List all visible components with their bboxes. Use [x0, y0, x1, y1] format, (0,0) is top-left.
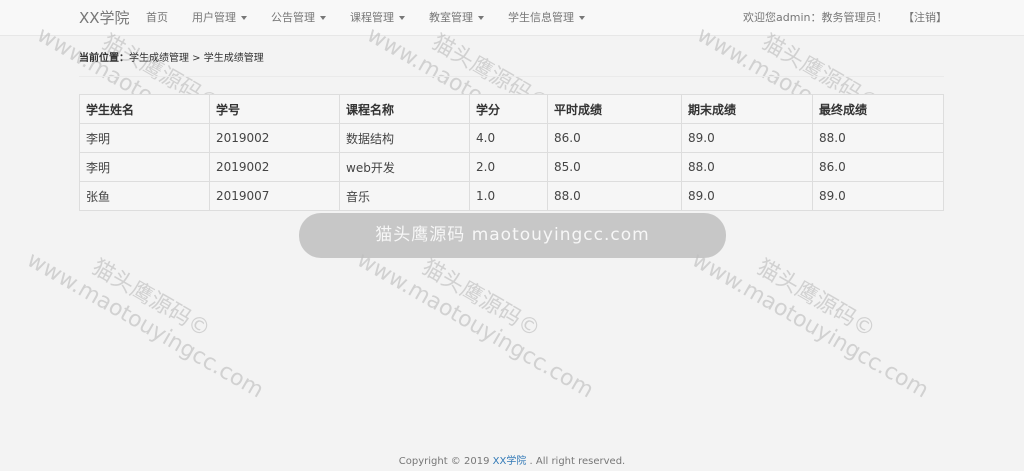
nav-classroom-management-label: 教室管理 — [429, 11, 473, 24]
cell-final-exam-score: 88.0 — [681, 152, 813, 182]
divider — [79, 76, 944, 77]
nav-course-management-label: 课程管理 — [350, 11, 394, 24]
chevron-down-icon — [399, 16, 405, 20]
cell-final-score: 86.0 — [812, 152, 944, 182]
main-nav: 首页 用户管理 公告管理 课程管理 教室管理 学生信息管理 — [146, 0, 609, 36]
welcome-text: 欢迎您admin：教务管理员！ — [743, 11, 888, 24]
cell-regular-score: 85.0 — [547, 152, 682, 182]
cell-regular-score: 88.0 — [547, 181, 682, 211]
top-navbar: XX学院 首页 用户管理 公告管理 课程管理 教室管理 学生信息管理 欢迎您ad… — [0, 0, 1024, 36]
cell-student-id: 2019002 — [209, 123, 340, 153]
chevron-down-icon — [320, 16, 326, 20]
chevron-down-icon — [579, 16, 585, 20]
table-row: 张鱼 2019007 音乐 1.0 88.0 89.0 89.0 — [79, 181, 944, 211]
grades-table: 学生姓名 学号 课程名称 学分 平时成绩 期末成绩 最终成绩 李明 201900… — [79, 94, 944, 211]
cell-student-id: 2019007 — [209, 181, 340, 211]
nav-user-management-label: 用户管理 — [192, 11, 236, 24]
nav-announcement-management-label: 公告管理 — [271, 11, 315, 24]
table-header-row: 学生姓名 学号 课程名称 学分 平时成绩 期末成绩 最终成绩 — [79, 94, 944, 124]
nav-home-label: 首页 — [146, 11, 168, 24]
cell-course-name: 数据结构 — [339, 123, 470, 153]
cell-student-id: 2019002 — [209, 152, 340, 182]
watermark: 猫头鹰源码©www.maotouyingcc.com — [352, 247, 598, 404]
cell-final-score: 89.0 — [812, 181, 944, 211]
watermark-toast: 猫头鹰源码 maotouyingcc.com — [299, 213, 726, 258]
column-header-student-id: 学号 — [209, 94, 340, 124]
nav-classroom-management[interactable]: 教室管理 — [429, 0, 484, 36]
column-header-student-name: 学生姓名 — [79, 94, 210, 124]
nav-student-info-management[interactable]: 学生信息管理 — [508, 0, 585, 36]
cell-course-name: web开发 — [339, 152, 470, 182]
chevron-down-icon — [478, 16, 484, 20]
table-row: 李明 2019002 数据结构 4.0 86.0 89.0 88.0 — [79, 123, 944, 153]
footer-brand-link[interactable]: XX学院 — [493, 456, 527, 467]
cell-student-name: 李明 — [79, 152, 210, 182]
cell-student-name: 李明 — [79, 123, 210, 153]
nav-user-management[interactable]: 用户管理 — [192, 0, 247, 36]
column-header-credit: 学分 — [469, 94, 548, 124]
footer-copyright: Copyright © 2019 — [398, 456, 493, 467]
cell-final-exam-score: 89.0 — [681, 123, 813, 153]
cell-student-name: 张鱼 — [79, 181, 210, 211]
footer: Copyright © 2019 XX学院 . All right reserv… — [0, 452, 1024, 467]
chevron-down-icon — [241, 16, 247, 20]
nav-home[interactable]: 首页 — [146, 0, 168, 36]
cell-credit: 4.0 — [469, 123, 548, 153]
column-header-course-name: 课程名称 — [339, 94, 470, 124]
nav-announcement-management[interactable]: 公告管理 — [271, 0, 326, 36]
nav-course-management[interactable]: 课程管理 — [350, 0, 405, 36]
cell-credit: 1.0 — [469, 181, 548, 211]
breadcrumb: 当前位置：学生成绩管理 > 学生成绩管理 — [79, 49, 264, 64]
cell-final-exam-score: 89.0 — [681, 181, 813, 211]
cell-final-score: 88.0 — [812, 123, 944, 153]
cell-course-name: 音乐 — [339, 181, 470, 211]
column-header-final-exam-score: 期末成绩 — [681, 94, 813, 124]
column-header-regular-score: 平时成绩 — [547, 94, 682, 124]
breadcrumb-path: 学生成绩管理 > 学生成绩管理 — [129, 53, 264, 64]
nav-student-info-management-label: 学生信息管理 — [508, 11, 574, 24]
cell-regular-score: 86.0 — [547, 123, 682, 153]
footer-rights: . All right reserved. — [526, 456, 626, 467]
table-row: 李明 2019002 web开发 2.0 85.0 88.0 86.0 — [79, 152, 944, 182]
cell-credit: 2.0 — [469, 152, 548, 182]
brand-link[interactable]: XX学院 — [79, 8, 130, 28]
column-header-final-score: 最终成绩 — [812, 94, 944, 124]
watermark: 猫头鹰源码©www.maotouyingcc.com — [687, 247, 933, 404]
watermark: 猫头鹰源码©www.maotouyingcc.com — [22, 247, 268, 404]
logout-link[interactable]: 【注销】 — [903, 0, 947, 36]
breadcrumb-label: 当前位置： — [79, 53, 129, 64]
